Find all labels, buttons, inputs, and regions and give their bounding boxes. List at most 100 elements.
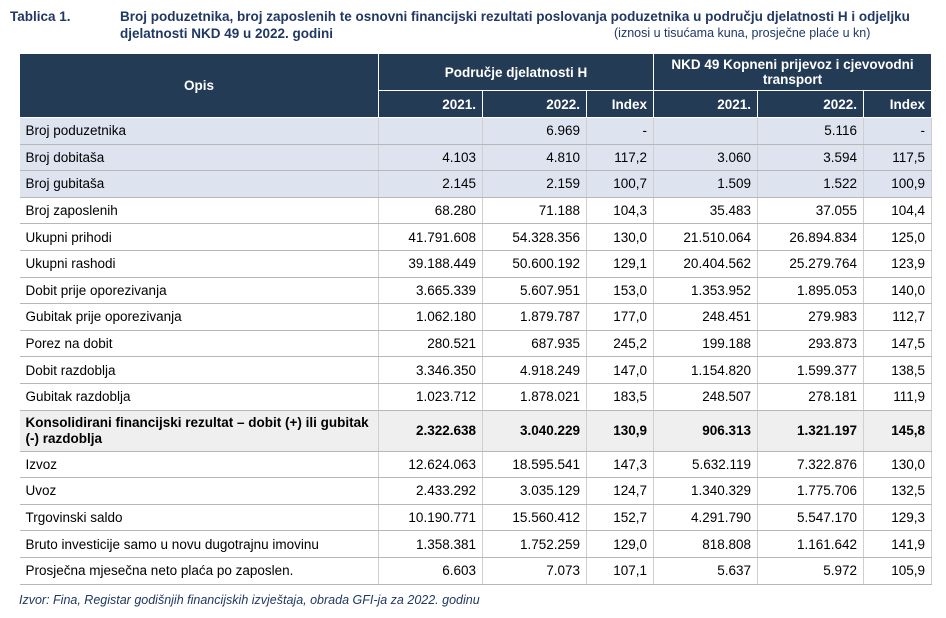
header-year: 2021. <box>378 90 483 118</box>
row-value: 145,8 <box>863 410 933 452</box>
row-value: 20.404.562 <box>653 250 758 278</box>
row-value: 152,7 <box>586 504 654 532</box>
table-body: Broj poduzetnika 6.969-5.116- Broj dobitaš… <box>19 117 933 585</box>
row-value: 123,9 <box>863 250 933 278</box>
table-row: Dobit razdoblja 3.346.350 4.918.249 147,0 1.… <box>19 356 933 384</box>
row-value: 147,5 <box>863 330 933 358</box>
row-label: Dobit prije oporezivanja <box>19 277 379 305</box>
header-group-h: Područje djelatnosti H <box>378 53 654 91</box>
row-label: Broj poduzetnika <box>19 117 379 145</box>
row-label: Gubitak prije oporezivanja <box>19 303 379 331</box>
table-row: Bruto investicije samo u novu dugotrajnu… <box>19 530 933 558</box>
row-value: 248.507 <box>653 383 758 411</box>
row-value: 5.632.119 <box>653 451 758 479</box>
row-value: 147,3 <box>586 451 654 479</box>
row-value: 1.509 <box>653 170 758 198</box>
row-label: Bruto investicije samo u novu dugotrajnu… <box>19 530 379 558</box>
row-value: 107,1 <box>586 557 654 585</box>
row-value <box>653 117 758 145</box>
row-value: 177,0 <box>586 303 654 331</box>
table-row: Uvoz 2.433.292 3.035.129 124,7 1.340.329 1.77… <box>19 477 933 505</box>
row-value: 129,3 <box>863 504 933 532</box>
row-value: 4.918.249 <box>482 356 587 384</box>
row-value: 2.322.638 <box>378 410 483 452</box>
row-value: 1.161.642 <box>757 530 864 558</box>
row-value: 153,0 <box>586 277 654 305</box>
header-year: 2021. <box>653 90 758 118</box>
row-label: Konsolidirani financijski rezultat – dob… <box>19 410 379 452</box>
row-value: 4.291.790 <box>653 504 758 532</box>
row-value: 2.145 <box>378 170 483 198</box>
row-value: 1.353.952 <box>653 277 758 305</box>
row-value: 4.103 <box>378 144 483 172</box>
row-value: 129,0 <box>586 530 654 558</box>
header-year: 2022. <box>482 90 587 118</box>
row-value: 280.521 <box>378 330 483 358</box>
row-label: Trgovinski saldo <box>19 504 379 532</box>
table-row: Prosječna mjesečna neto plaća po zaposle… <box>19 557 933 585</box>
row-value: 2.433.292 <box>378 477 483 505</box>
table-row: Konsolidirani financijski rezultat – dob… <box>19 410 933 452</box>
row-value: 18.595.541 <box>482 451 587 479</box>
table-row: Gubitak razdoblja 1.023.712 1.878.021 183,5… <box>19 383 933 411</box>
row-value: 129,1 <box>586 250 654 278</box>
row-value: 100,7 <box>586 170 654 198</box>
row-value: 37.055 <box>757 197 864 225</box>
header-index: Index <box>586 90 654 118</box>
row-value: 130,0 <box>863 451 933 479</box>
table-row: Broj dobitaša 4.103 4.810 117,2 3.060 3.594 11… <box>19 144 933 172</box>
row-value: 5.607.951 <box>482 277 587 305</box>
table-row: Broj gubitaša 2.145 2.159 100,7 1.509 1.522 10… <box>19 170 933 198</box>
row-label: Prosječna mjesečna neto plaća po zaposle… <box>19 557 379 585</box>
row-value: 12.624.063 <box>378 451 483 479</box>
table-row: Porez na dobit 280.521 687.935 245,2 199.188… <box>19 330 933 358</box>
row-value: 105,9 <box>863 557 933 585</box>
header-opis: Opis <box>19 53 379 118</box>
caption-label: Tablica 1. <box>10 9 71 24</box>
header-group-nkd49: NKD 49 Kopneni prijevoz i cjevovodni tra… <box>652 53 933 91</box>
row-value: 4.810 <box>482 144 587 172</box>
row-value: 25.279.764 <box>757 250 864 278</box>
row-value: 1.321.197 <box>757 410 864 452</box>
row-value: 130,9 <box>586 410 654 452</box>
row-label: Broj dobitaša <box>19 144 379 172</box>
row-value: 279.983 <box>757 303 864 331</box>
table-row: Trgovinski saldo 10.190.771 15.560.412 152,… <box>19 504 933 532</box>
row-value: 112,7 <box>863 303 933 331</box>
row-value: 3.594 <box>757 144 864 172</box>
row-value: 68.280 <box>378 197 483 225</box>
row-value: 199.188 <box>653 330 758 358</box>
table-row: Broj poduzetnika 6.969-5.116- <box>19 117 933 145</box>
row-value: 50.600.192 <box>482 250 587 278</box>
row-value: 3.035.129 <box>482 477 587 505</box>
row-label: Gubitak razdoblja <box>19 383 379 411</box>
row-value: 7.322.876 <box>757 451 864 479</box>
row-value: 293.873 <box>757 330 864 358</box>
row-value: 147,0 <box>586 356 654 384</box>
table-row: Gubitak prije oporezivanja 1.062.180 1.879… <box>19 303 933 331</box>
row-value: 245,2 <box>586 330 654 358</box>
row-value: 3.040.229 <box>482 410 587 452</box>
header-year: 2022. <box>757 90 864 118</box>
row-label: Ukupni rashodi <box>19 250 379 278</box>
row-value: 35.483 <box>653 197 758 225</box>
row-label: Izvoz <box>19 451 379 479</box>
row-label: Ukupni prihodi <box>19 223 379 251</box>
row-value: 1.358.381 <box>378 530 483 558</box>
row-label: Broj gubitaša <box>19 170 379 198</box>
row-value: 3.346.350 <box>378 356 483 384</box>
row-value: - <box>586 117 654 145</box>
row-value: 906.313 <box>653 410 758 452</box>
table-row: Izvoz 12.624.063 18.595.541 147,3 5.632.119 7… <box>19 451 933 479</box>
row-value: 138,5 <box>863 356 933 384</box>
row-value: 54.328.356 <box>482 223 587 251</box>
row-value: 5.972 <box>757 557 864 585</box>
row-value: 3.665.339 <box>378 277 483 305</box>
row-value: 104,4 <box>863 197 933 225</box>
row-value: 5.637 <box>653 557 758 585</box>
row-label: Uvoz <box>19 477 379 505</box>
row-value: 1.895.053 <box>757 277 864 305</box>
row-value: 1.062.180 <box>378 303 483 331</box>
row-value: 15.560.412 <box>482 504 587 532</box>
table-row: Ukupni rashodi 39.188.449 50.600.192 129,1 2… <box>19 250 933 278</box>
